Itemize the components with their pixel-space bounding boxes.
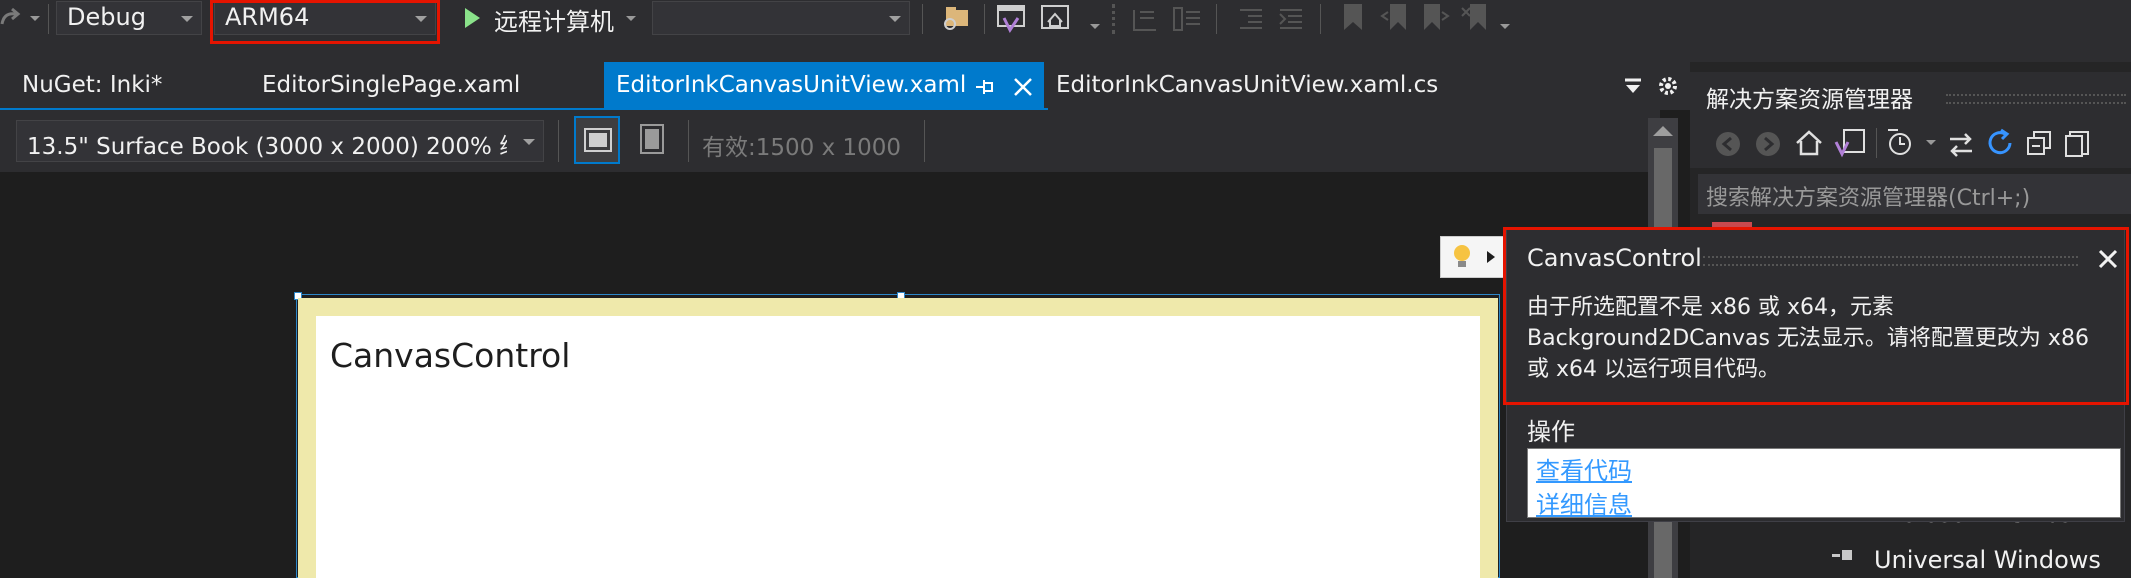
collapse-all-icon[interactable]	[2026, 130, 2054, 158]
solution-explorer-titlebar: 解决方案资源管理器	[1690, 72, 2131, 122]
tab-overflow-icon[interactable]	[1622, 76, 1644, 98]
chevron-down-icon	[889, 16, 901, 22]
tab-label: EditorInkCanvasUnitView.xaml.cs	[1056, 72, 1439, 98]
reference-icon	[1842, 550, 1852, 560]
tab-editor-ink-canvas-unit-view[interactable]: EditorInkCanvasUnitView.xaml	[604, 62, 1044, 110]
toolbar-separator	[924, 120, 925, 162]
tab-label: EditorInkCanvasUnitView.xaml	[616, 72, 967, 98]
pending-changes-filter-icon[interactable]	[1886, 126, 1920, 158]
window-vs-icon[interactable]	[996, 4, 1026, 34]
solution-explorer-search-input[interactable]: 搜索解决方案资源管理器(Ctrl+;)	[1698, 174, 2131, 214]
document-tab-bar: NuGet: Inki* EditorSinglePage.xaml Edito…	[0, 62, 1690, 110]
previous-bookmark-icon[interactable]	[1380, 2, 1410, 34]
refresh-icon[interactable]	[1986, 128, 2016, 158]
outdent-icon[interactable]	[1236, 4, 1266, 34]
home-window-icon[interactable]	[1040, 4, 1070, 34]
canvas-control-label: CanvasControl	[330, 336, 571, 375]
landscape-icon	[584, 128, 612, 152]
titlebar-grip	[1946, 94, 2126, 104]
details-link[interactable]: 详细信息	[1536, 485, 1632, 520]
comment-icon[interactable]	[1130, 4, 1160, 34]
configuration-value: Debug	[67, 3, 146, 31]
portrait-icon	[640, 124, 664, 154]
tree-expander-icon[interactable]	[1832, 548, 1856, 566]
search-placeholder: 搜索解决方案资源管理器(Ctrl+;)	[1706, 186, 2031, 211]
redo-icon[interactable]	[0, 6, 22, 30]
forward-icon[interactable]	[1754, 130, 1782, 158]
toolbar-separator	[688, 120, 689, 162]
back-icon[interactable]	[1714, 130, 1742, 158]
actions-heading: 操作	[1527, 418, 1575, 446]
overflow-dropdown-icon[interactable]	[1090, 24, 1100, 29]
view-code-link[interactable]: 查看代码	[1536, 451, 1632, 486]
switch-views-icon[interactable]	[1834, 128, 1866, 158]
tree-line	[1832, 554, 1840, 557]
expand-arrow-icon	[1487, 251, 1495, 263]
home-icon[interactable]	[1794, 128, 1824, 158]
redo-dropdown-icon[interactable]	[30, 16, 40, 21]
quick-actions-button[interactable]	[1440, 236, 1504, 278]
run-options-combo[interactable]	[652, 1, 910, 35]
toolbar-overflow-icon[interactable]	[1500, 24, 1510, 29]
toolbar-separator	[1216, 4, 1217, 34]
designer-toolbar: 13.5" Surface Book (3000 x 2000) 200% 缩放…	[0, 110, 1660, 172]
sync-active-document-icon[interactable]	[1946, 130, 1976, 160]
folder-search-icon[interactable]	[940, 2, 972, 32]
toolbar-separator	[48, 4, 49, 34]
lightbulb-icon	[1454, 245, 1470, 267]
tree-item-label[interactable]: Universal Windows	[1874, 546, 2101, 574]
gear-icon[interactable]	[1656, 74, 1680, 98]
tab-label: NuGet: Inki*	[22, 72, 163, 98]
toolbar-grip	[1112, 4, 1118, 34]
canvas-control[interactable]: CanvasControl	[298, 298, 1498, 578]
pin-icon[interactable]	[974, 76, 996, 98]
tab-editor-ink-canvas-unit-view-cs[interactable]: EditorInkCanvasUnitView.xaml.cs	[1044, 62, 1486, 110]
clear-bookmarks-icon[interactable]	[1460, 2, 1490, 34]
toolbar-separator	[1876, 128, 1877, 158]
chevron-down-icon	[181, 16, 193, 22]
landscape-button[interactable]	[574, 116, 620, 164]
toolbar-separator	[922, 4, 923, 34]
actions-box: 查看代码 详细信息	[1527, 448, 2121, 520]
run-target-button[interactable]: 远程计算机	[494, 2, 614, 37]
indent-icon[interactable]	[1276, 4, 1306, 34]
show-all-files-icon[interactable]	[2064, 130, 2090, 158]
next-bookmark-icon[interactable]	[1420, 2, 1450, 34]
tab-nuget[interactable]: NuGet: Inki*	[10, 62, 262, 110]
configuration-dropdown[interactable]: Debug	[56, 1, 202, 35]
bookmark-icon[interactable]	[1340, 2, 1366, 34]
toolbar-separator	[1320, 4, 1321, 34]
solution-explorer-title: 解决方案资源管理器	[1706, 87, 1913, 113]
portrait-button[interactable]	[630, 116, 674, 164]
close-icon[interactable]	[1012, 76, 1034, 98]
play-icon[interactable]	[462, 6, 482, 30]
effective-resolution-label: 有效:1500 x 1000	[702, 135, 902, 161]
solution-explorer-toolbar	[1690, 122, 2131, 168]
scroll-up-icon[interactable]	[1653, 126, 1673, 136]
platform-highlight-box	[210, 0, 440, 44]
uncomment-icon[interactable]	[1170, 4, 1204, 34]
toolbar-separator	[984, 4, 985, 34]
popup-highlight-box	[1503, 227, 2129, 405]
main-toolbar: Debug ARM64 远程计算机	[0, 0, 2131, 44]
filter-dropdown-icon[interactable]	[1926, 140, 1936, 145]
tab-editor-single-page[interactable]: EditorSinglePage.xaml	[250, 62, 612, 110]
device-dropdown[interactable]: 13.5" Surface Book (3000 x 2000) 200% 缩放	[16, 120, 544, 162]
device-value: 13.5" Surface Book (3000 x 2000) 200% 缩放	[27, 134, 507, 160]
chevron-down-icon	[523, 139, 535, 145]
tab-label: EditorSinglePage.xaml	[262, 72, 521, 98]
run-target-dropdown-icon[interactable]	[626, 16, 636, 21]
toolbar-separator	[558, 120, 559, 162]
